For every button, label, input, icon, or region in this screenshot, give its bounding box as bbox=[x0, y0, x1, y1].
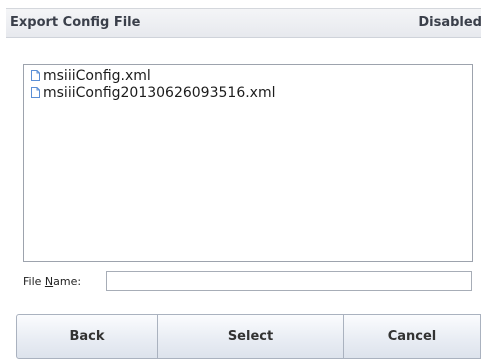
file-name: msiiiConfig.xml bbox=[43, 67, 151, 84]
dialog-header: Export Config File Disabled bbox=[6, 8, 481, 38]
cancel-button[interactable]: Cancel bbox=[344, 314, 481, 359]
file-icon bbox=[31, 70, 40, 81]
file-name-label-prefix: File bbox=[23, 275, 45, 288]
status-label: Disabled bbox=[418, 15, 481, 30]
back-button[interactable]: Back bbox=[16, 314, 158, 359]
dialog-title: Export Config File bbox=[10, 15, 141, 30]
file-name-input[interactable] bbox=[106, 271, 472, 291]
file-name-label-suffix: ame: bbox=[53, 275, 82, 288]
list-item[interactable]: msiiiConfig20130626093516.xml bbox=[24, 84, 472, 101]
file-name-label-mnemonic: N bbox=[44, 275, 54, 288]
file-name-label: File Name: bbox=[23, 275, 81, 288]
file-name: msiiiConfig20130626093516.xml bbox=[43, 84, 276, 101]
file-name-row: File Name: bbox=[23, 271, 473, 293]
file-list[interactable]: msiiiConfig.xml msiiiConfig2013062609351… bbox=[23, 64, 473, 262]
select-button[interactable]: Select bbox=[158, 314, 344, 359]
button-bar: Back Select Cancel bbox=[16, 314, 481, 359]
file-icon bbox=[31, 87, 40, 98]
list-item[interactable]: msiiiConfig.xml bbox=[24, 67, 472, 84]
